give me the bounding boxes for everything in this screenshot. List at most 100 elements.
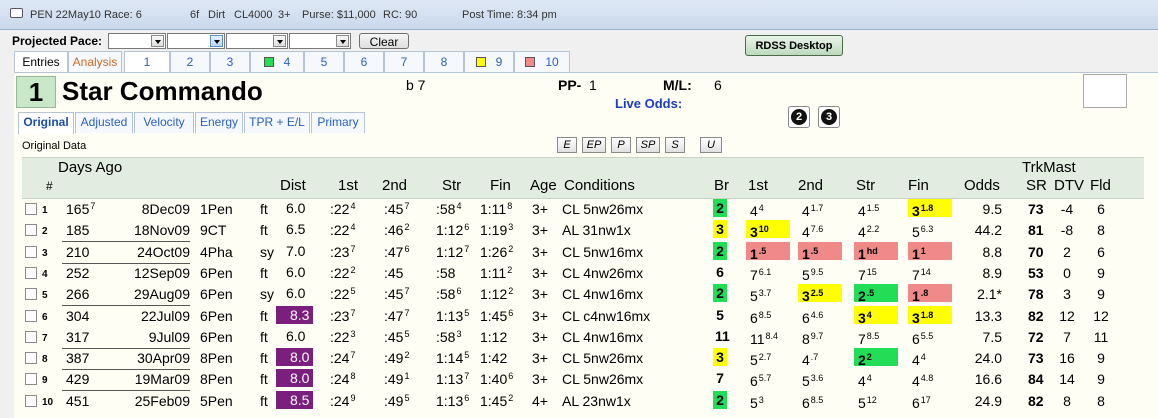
call-1st-margin: 8.5 xyxy=(758,309,772,320)
tab-horse-4[interactable]: 4 xyxy=(250,51,304,72)
race-track: 8Pen xyxy=(200,371,233,388)
track-condition: ft xyxy=(260,222,268,239)
fraction-1st-value: :23 xyxy=(330,243,350,260)
fraction-2nd-value: :49 xyxy=(384,371,404,388)
tab-primary[interactable]: Primary xyxy=(311,112,365,133)
call-str-cell: 44 xyxy=(854,369,898,389)
row-checkbox[interactable] xyxy=(25,309,37,322)
row-checkbox[interactable] xyxy=(25,245,37,258)
tab-horse-10[interactable]: 10 xyxy=(514,51,570,72)
tab-horse-8[interactable]: 8 xyxy=(424,51,464,72)
row-number: 8 xyxy=(42,354,48,366)
age-cell: 3+ xyxy=(532,222,548,238)
pace-combo-1[interactable] xyxy=(108,33,166,49)
call-fin-margin: 17 xyxy=(920,394,931,405)
row-checkbox[interactable] xyxy=(25,330,37,343)
call-1st-position: 3 xyxy=(750,224,758,241)
tab-velocity[interactable]: Velocity xyxy=(134,112,194,133)
call-fin-position: 1 xyxy=(912,288,920,305)
distance: 8.0 xyxy=(276,369,314,388)
fraction-2nd-cell: :455 xyxy=(384,329,409,345)
age-restriction: 3+ xyxy=(532,307,548,324)
row-checkbox[interactable] xyxy=(25,288,37,301)
mode-u-button[interactable]: U xyxy=(700,137,722,153)
tab-horse-6[interactable]: 6 xyxy=(344,51,384,72)
odds-cell: 9.5 xyxy=(952,201,1002,217)
circle-2-button[interactable]: 2 xyxy=(788,106,810,128)
days-ago-cell: 451 xyxy=(66,393,89,409)
dtv-value: 16 xyxy=(1059,350,1075,367)
tab-horse-1[interactable]: 1 xyxy=(124,51,170,73)
dist-cell: 8.0 xyxy=(276,369,314,388)
call-1st-position: 5 xyxy=(750,288,758,305)
call-fin-cell: 44.8 xyxy=(908,369,952,389)
speed-rating: 72 xyxy=(1028,328,1044,345)
fraction-str-value: 1:13 xyxy=(436,307,464,324)
dist-cell: 6.0 xyxy=(276,199,305,217)
call-fin-box: 65.5 xyxy=(908,327,952,347)
dtv-cell: 8 xyxy=(1052,393,1082,409)
tab-original[interactable]: Original xyxy=(18,112,74,134)
tab-horse-7[interactable]: 7 xyxy=(384,51,424,72)
fraction-1st-sup: 7 xyxy=(350,307,356,318)
pace-combo-4[interactable] xyxy=(289,33,351,49)
pace-combo-3[interactable] xyxy=(226,33,288,49)
age-restriction: 3+ xyxy=(532,243,548,260)
row-checkbox[interactable] xyxy=(25,266,37,279)
tab-horse-5[interactable]: 5 xyxy=(304,51,344,72)
fraction-1st-sup: 8 xyxy=(350,371,356,382)
tab-analysis[interactable]: Analysis xyxy=(68,51,122,72)
call-1st-margin: 6.1 xyxy=(758,266,772,277)
race-date: 18Nov09 xyxy=(133,222,190,239)
call-1st-margin: 2.7 xyxy=(758,352,772,363)
row-number: 7 xyxy=(42,332,48,344)
row-checkbox[interactable] xyxy=(25,224,37,237)
table-row: 1 1657 8Dec09 1Pen ft 6.0:224:457:584 1:118 3+ C… xyxy=(22,199,1144,221)
pace-combo-2[interactable] xyxy=(167,33,225,49)
fraction-1st-sup: 7 xyxy=(350,243,356,254)
distance: 7.0 xyxy=(286,242,306,259)
row-checkbox[interactable] xyxy=(25,203,37,215)
tab-horse-2[interactable]: 2 xyxy=(170,51,210,72)
tab-horse-3[interactable]: 3 xyxy=(210,51,250,72)
tab-energy[interactable]: Energy xyxy=(195,112,243,133)
fraction-2nd-value: :45 xyxy=(384,286,404,303)
call-1st-box: 118.4 xyxy=(746,327,790,347)
dtv-cell: -4 xyxy=(1052,201,1082,217)
age-cell: 3+ xyxy=(532,308,548,324)
mode-ep-button[interactable]: EP xyxy=(582,137,606,153)
mode-p-button[interactable]: P xyxy=(611,137,631,153)
row-checkbox[interactable] xyxy=(25,394,37,407)
call-fin-position: 6 xyxy=(912,330,920,347)
tab-entries[interactable]: Entries xyxy=(14,51,68,73)
rdss-desktop-button[interactable]: RDSS Desktop xyxy=(745,35,843,56)
call-2nd-cell: 53.6 xyxy=(798,369,842,389)
call-2nd-cell: 59.5 xyxy=(798,263,842,283)
call-fin-cell: 617 xyxy=(908,391,952,411)
tab-adjusted[interactable]: Adjusted xyxy=(75,112,133,133)
row-number: 5 xyxy=(42,290,48,302)
tab-tpr-el[interactable]: TPR + E/L xyxy=(244,112,310,133)
col-sr: SR xyxy=(1026,177,1047,194)
speed-rating: 82 xyxy=(1028,392,1044,409)
tab-horse-9[interactable]: 9 xyxy=(464,51,514,72)
mode-s-button[interactable]: S xyxy=(665,137,685,153)
break-position: 2 xyxy=(713,390,727,409)
red-swatch-icon xyxy=(525,57,536,67)
mode-e-button[interactable]: E xyxy=(557,137,577,153)
call-1st-position: 1 xyxy=(750,245,758,262)
circle-3-button[interactable]: 3 xyxy=(818,106,840,128)
fld-cell: 12 xyxy=(1086,308,1116,324)
track-cell: 9CT xyxy=(200,222,226,238)
call-1st-position: 4 xyxy=(750,203,758,219)
call-str-position: 2 xyxy=(858,352,866,369)
col-days-ago: Days Ago xyxy=(58,159,123,176)
clear-button[interactable]: Clear xyxy=(359,33,409,49)
call-2nd-box: 41.7 xyxy=(798,199,842,219)
chevron-down-icon xyxy=(273,35,286,47)
row-checkbox[interactable] xyxy=(25,373,37,386)
call-1st-margin: 8.4 xyxy=(765,330,779,341)
pp-number-badge: 1 xyxy=(16,76,56,108)
mode-sp-button[interactable]: SP xyxy=(636,137,660,153)
row-checkbox[interactable] xyxy=(25,352,37,365)
